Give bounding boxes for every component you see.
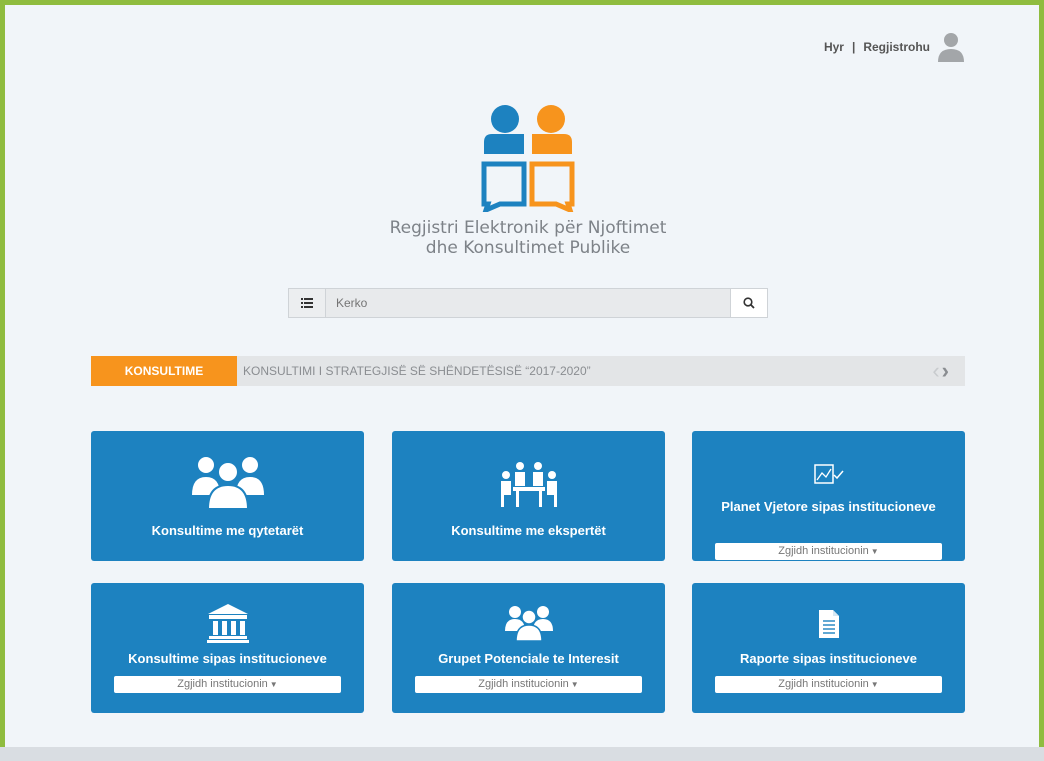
card-citizen-consultations[interactable]: Konsultime me qytetarët [91, 431, 364, 561]
card-interest-groups[interactable]: Grupet Potenciale te Interesit Zgjidh in… [392, 583, 665, 713]
ticker-label: KONSULTIME [91, 356, 237, 386]
institution-select-label: Zgjidh institucionin [478, 678, 569, 690]
search-bar [288, 288, 768, 318]
search-input[interactable] [326, 289, 730, 317]
institution-building-icon [206, 604, 249, 643]
chevron-left-icon[interactable]: ‹ [932, 360, 939, 382]
auth-separator: | [851, 40, 856, 54]
list-view-button[interactable] [289, 289, 326, 317]
card-title: Konsultime me qytetarët [151, 523, 304, 538]
citizens-group-icon [191, 457, 264, 509]
experts-meeting-icon [500, 462, 557, 507]
user-avatar-icon[interactable] [938, 32, 964, 62]
caret-down-icon: ▼ [269, 680, 278, 689]
annual-plan-chart-icon [813, 464, 844, 484]
site-title-line2: dhe Konsultimet Publike [425, 238, 631, 258]
card-title: Grupet Potenciale te Interesit [438, 651, 619, 666]
chevron-right-icon[interactable]: › [942, 360, 949, 382]
register-link[interactable]: Regjistrohu [863, 40, 930, 54]
interest-groups-icon [504, 606, 553, 641]
login-link[interactable]: Hyr [824, 40, 844, 54]
site-title: Regjistri Elektronik për Njoftimet dhe K… [300, 218, 756, 258]
institution-select-label: Zgjidh institucionin [177, 678, 268, 690]
card-title: Konsultime me ekspertët [451, 523, 606, 538]
card-title: Planet Vjetore sipas institucioneve [721, 499, 936, 514]
card-expert-consultations[interactable]: Konsultime me ekspertët [392, 431, 665, 561]
institution-select[interactable]: Zgjidh institucionin ▼ [114, 676, 341, 693]
institution-select-label: Zgjidh institucionin [778, 678, 869, 690]
site-title-line1: Regjistri Elektronik për Njoftimet [389, 218, 667, 238]
caret-down-icon: ▼ [870, 680, 879, 689]
report-document-icon [818, 610, 839, 638]
ticker-headline[interactable]: KONSULTIMI I STRATEGJISË SË SHËNDETËSISË… [243, 364, 932, 378]
institution-select[interactable]: Zgjidh institucionin ▼ [415, 676, 642, 693]
search-icon [743, 297, 755, 309]
card-annual-plans[interactable]: Planet Vjetore sipas institucioneve Zgji… [692, 431, 965, 561]
auth-links: Hyr | Regjistrohu [824, 32, 964, 62]
caret-down-icon: ▼ [870, 547, 879, 556]
ticker-nav: ‹ › [932, 360, 949, 382]
bottom-strip [0, 747, 1044, 761]
search-button[interactable] [730, 289, 767, 317]
institution-select-label: Zgjidh institucionin [778, 545, 869, 557]
card-title: Konsultime sipas institucioneve [128, 651, 327, 666]
institution-select[interactable]: Zgjidh institucionin ▼ [715, 543, 942, 560]
caret-down-icon: ▼ [570, 680, 579, 689]
card-title: Raporte sipas institucioneve [740, 651, 917, 666]
news-ticker: KONSULTIME KONSULTIMI I STRATEGJISË SË S… [91, 356, 965, 386]
site-logo [481, 105, 575, 212]
card-consultations-by-institution[interactable]: Konsultime sipas institucioneve Zgjidh i… [91, 583, 364, 713]
card-reports-by-institution[interactable]: Raporte sipas institucioneve Zgjidh inst… [692, 583, 965, 713]
institution-select[interactable]: Zgjidh institucionin ▼ [715, 676, 942, 693]
list-icon [301, 298, 313, 308]
